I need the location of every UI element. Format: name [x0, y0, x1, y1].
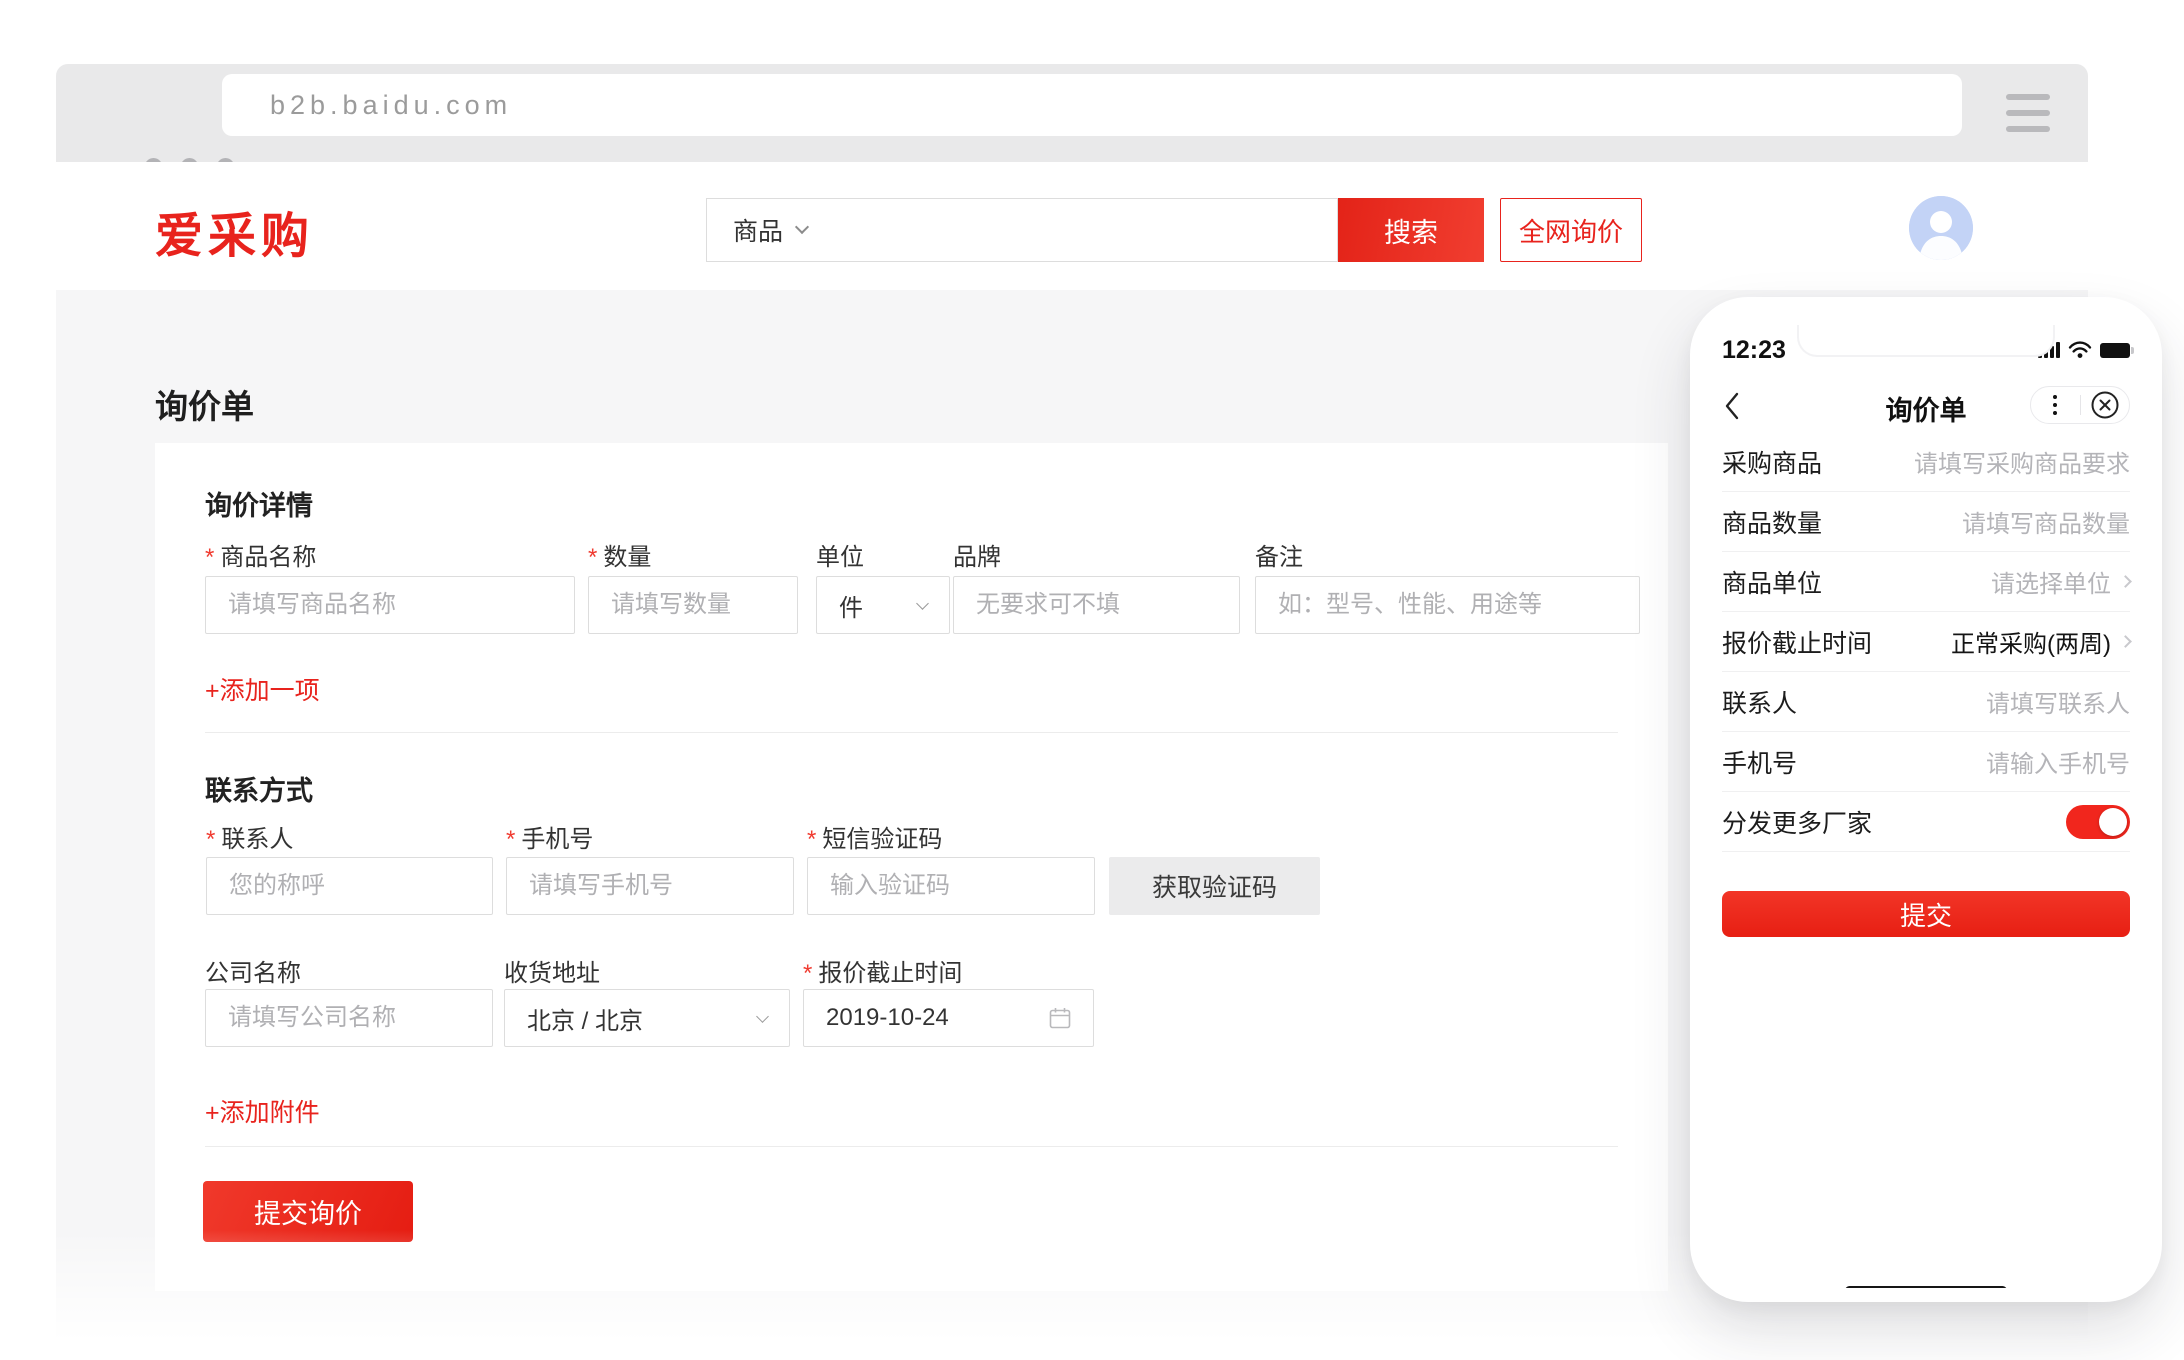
company-input[interactable] [205, 989, 493, 1047]
required-marker: * [506, 826, 515, 853]
phone-input[interactable] [506, 857, 794, 915]
field-label-address: 收货地址 [504, 953, 600, 988]
home-indicator[interactable] [1845, 1286, 2007, 1288]
field-label-company: 公司名称 [205, 953, 301, 988]
row-value: 请输入手机号 [1986, 744, 2130, 779]
field-label-product-name: *商品名称 [205, 537, 316, 572]
product-name-input[interactable] [205, 576, 575, 634]
row-value: 正常采购(两周) [1951, 624, 2130, 659]
unit-select[interactable]: 件 [816, 576, 950, 634]
network-inquiry-button[interactable]: 全网询价 [1500, 198, 1642, 262]
required-marker: * [588, 544, 597, 571]
list-item[interactable]: 联系人 请填写联系人 [1722, 672, 2130, 732]
submit-inquiry-button[interactable]: 提交询价 [203, 1181, 413, 1242]
chevron-down-icon [756, 1010, 769, 1023]
chevron-down-icon [916, 597, 929, 610]
person-icon [1909, 196, 1973, 260]
url-text: b2b.baidu.com [270, 90, 512, 121]
required-marker: * [205, 544, 214, 571]
toggle-knob [2099, 808, 2127, 836]
required-marker: * [803, 960, 812, 987]
user-avatar[interactable] [1909, 196, 1973, 260]
quantity-input[interactable] [588, 576, 798, 634]
phone-notch [1797, 325, 2055, 357]
battery-icon [2100, 343, 2130, 358]
search-button[interactable]: 搜索 [1338, 198, 1484, 262]
required-marker: * [807, 826, 816, 853]
row-label: 联系人 [1722, 684, 1797, 720]
more-menu-icon[interactable] [2031, 387, 2080, 423]
status-time: 12:23 [1722, 336, 1786, 365]
phone-form-list: 采购商品 请填写采购商品要求商品数量 请填写商品数量商品单位 请选择单位报价截止时间 正… [1722, 432, 2130, 852]
list-item[interactable]: 手机号 请输入手机号 [1722, 732, 2130, 792]
list-item[interactable]: 报价截止时间 正常采购(两周) [1722, 612, 2130, 672]
section-title-contact: 联系方式 [205, 769, 313, 808]
row-label: 分发更多厂家 [1722, 804, 1872, 840]
list-item[interactable]: 商品数量 请填写商品数量 [1722, 492, 2130, 552]
field-label-deadline: *报价截止时间 [803, 953, 962, 988]
calendar-icon [1049, 1007, 1071, 1029]
row-value: 请填写联系人 [1986, 684, 2130, 719]
row-label: 商品单位 [1722, 564, 1822, 600]
field-label-unit: 单位 [816, 537, 864, 572]
row-label: 采购商品 [1722, 444, 1822, 480]
phone-nav-bar: 询价单 [1722, 386, 2130, 426]
row-value: 请填写商品数量 [1962, 504, 2130, 539]
field-label-contact: *联系人 [206, 819, 293, 854]
search-bar: 商品 搜索 全网询价 [706, 198, 1642, 262]
field-label-quantity: *数量 [588, 537, 651, 572]
chevron-right-icon [2119, 635, 2132, 648]
sms-code-input[interactable] [807, 857, 1095, 915]
row-label: 商品数量 [1722, 504, 1822, 540]
remark-input[interactable] [1255, 576, 1640, 634]
phone-mockup: 12:23 询价单 [1690, 297, 2162, 1302]
browser-chrome-bar: b2b.baidu.com [56, 64, 2088, 162]
brand-input[interactable] [953, 576, 1240, 634]
search-input[interactable]: 商品 [706, 198, 1338, 262]
row-value: 请选择单位 [1991, 564, 2130, 599]
get-code-button[interactable]: 获取验证码 [1109, 857, 1320, 915]
aicaigou-logo[interactable]: 爱采购 [155, 196, 314, 266]
row-label: 手机号 [1722, 744, 1797, 780]
field-label-remark: 备注 [1255, 537, 1303, 572]
section-title-detail: 询价详情 [205, 484, 313, 523]
required-marker: * [206, 826, 215, 853]
field-label-phone: *手机号 [506, 819, 593, 854]
deadline-date-picker[interactable]: 2019-10-24 [803, 989, 1094, 1047]
chevron-right-icon [2119, 575, 2132, 588]
row-value: 请填写采购商品要求 [1914, 444, 2130, 479]
list-item[interactable]: 分发更多厂家 [1722, 792, 2130, 852]
page-title: 询价单 [155, 380, 254, 428]
site-header: 爱采购 商品 搜索 全网询价 [56, 162, 2088, 290]
address-select[interactable]: 北京 / 北京 [504, 989, 790, 1047]
search-category-select[interactable]: 商品 [733, 212, 783, 248]
browser-menu-icon[interactable] [2006, 94, 2050, 132]
add-item-link[interactable]: +添加一项 [205, 671, 320, 707]
row-label: 报价截止时间 [1722, 624, 1872, 660]
distribute-toggle[interactable] [2066, 805, 2130, 839]
phone-screen: 12:23 询价单 [1704, 311, 2148, 1288]
section-divider [205, 732, 1618, 733]
inquiry-form-card: 询价详情 *商品名称 *数量 单位 件 品牌 备注 +添加一项 [155, 443, 1668, 1291]
field-label-brand: 品牌 [953, 537, 1001, 572]
phone-submit-button[interactable]: 提交 [1722, 891, 2130, 937]
chevron-down-icon [795, 220, 809, 234]
contact-name-input[interactable] [206, 857, 493, 915]
list-item[interactable]: 商品单位 请选择单位 [1722, 552, 2130, 612]
add-attachment-link[interactable]: +添加附件 [205, 1093, 320, 1129]
address-bar[interactable]: b2b.baidu.com [222, 74, 1962, 136]
close-icon[interactable] [2081, 387, 2130, 423]
wifi-icon [2068, 341, 2092, 359]
field-label-sms-code: *短信验证码 [807, 819, 942, 854]
miniapp-capsule [2030, 386, 2130, 424]
list-item[interactable]: 采购商品 请填写采购商品要求 [1722, 432, 2130, 492]
screenshot-stage: b2b.baidu.com 爱采购 商品 搜索 全网询价 [0, 0, 2184, 1360]
section-divider [205, 1146, 1618, 1147]
